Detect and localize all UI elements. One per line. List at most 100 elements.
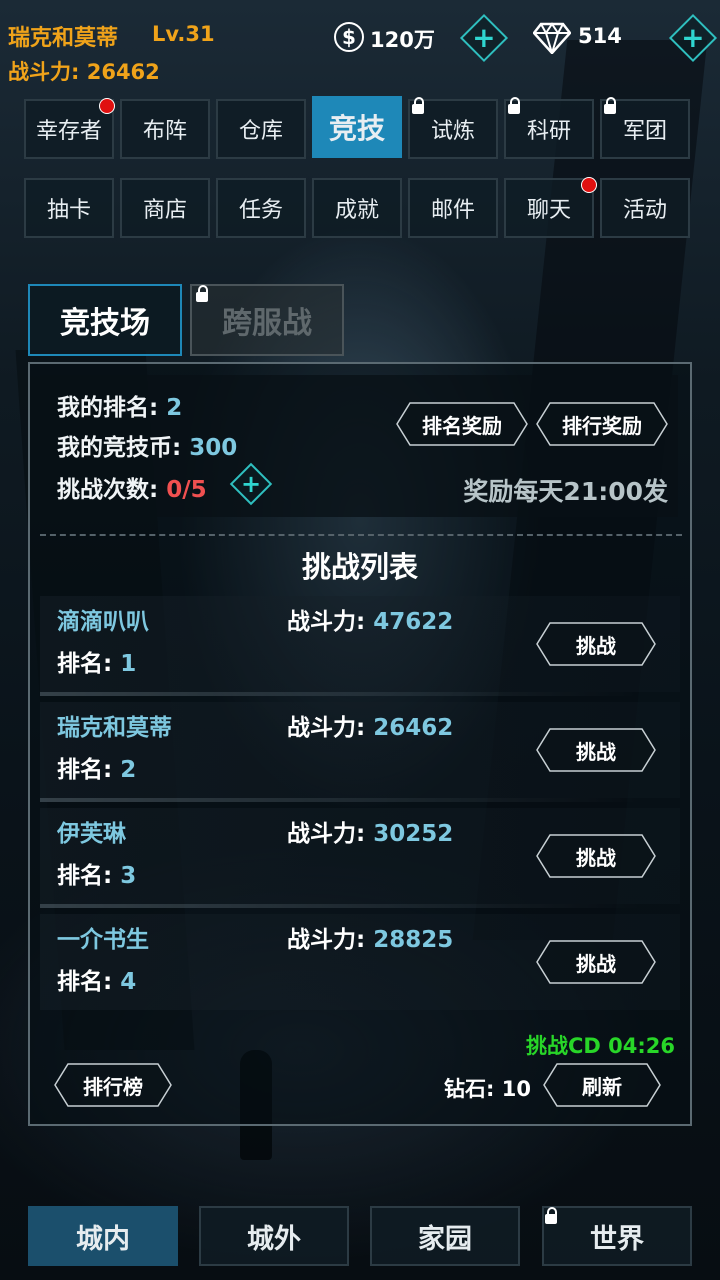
- challenge-button[interactable]: 挑战: [536, 622, 656, 666]
- player-level: Lv.31: [152, 22, 215, 46]
- challenge-button[interactable]: 挑战: [536, 728, 656, 772]
- opponent-rank: 排名: 4: [57, 962, 136, 996]
- tab-warehouse[interactable]: 仓库: [216, 99, 306, 159]
- tab-arena-field[interactable]: 竞技场: [28, 284, 182, 356]
- my-rank: 我的排名: 2: [57, 388, 182, 422]
- nav-homeland[interactable]: 家园: [370, 1206, 520, 1266]
- power-value: 30252: [373, 821, 454, 847]
- leaderboard-reward-button[interactable]: 排行奖励: [536, 402, 668, 446]
- power-label: 战斗力:: [287, 821, 374, 847]
- tab-label: 任务: [238, 198, 283, 223]
- row-separator: [40, 798, 640, 802]
- power-value: 47622: [373, 609, 454, 635]
- tab-label: 科研: [526, 119, 571, 144]
- my-arena-coins: 我的竞技币: 300: [57, 428, 237, 462]
- challenge-attempts: 挑战次数: 0/5: [57, 470, 207, 504]
- attempts-value: 0/5: [166, 477, 207, 503]
- tab-label: 活动: [622, 198, 667, 223]
- opponent-rank: 排名: 1: [57, 644, 136, 678]
- subtab-label: 竞技场: [60, 306, 150, 341]
- lock-icon: [412, 97, 424, 114]
- my-rank-value: 2: [166, 395, 183, 421]
- challenge-label: 挑战: [576, 739, 616, 764]
- nav-label: 家园: [418, 1223, 472, 1255]
- lock-icon: [196, 285, 208, 302]
- tab-label: 竞技: [328, 112, 385, 145]
- coin-amount: 120万: [370, 28, 435, 52]
- challenge-label: 挑战: [576, 633, 616, 658]
- tab-label: 布阵: [142, 119, 187, 144]
- power-value: 26462: [373, 715, 454, 741]
- rank-value: 2: [120, 757, 137, 783]
- nav-world[interactable]: 世界: [542, 1206, 692, 1266]
- opponent-power: 战斗力: 28825: [287, 920, 453, 954]
- diamond-icon: [532, 22, 572, 58]
- divider: [40, 534, 682, 536]
- nav-label: 城外: [247, 1223, 301, 1255]
- tab-mail[interactable]: 邮件: [408, 178, 498, 238]
- nav-city-outside[interactable]: 城外: [199, 1206, 349, 1266]
- tab-label: 商店: [142, 198, 187, 223]
- challenge-button[interactable]: 挑战: [536, 940, 656, 984]
- challenge-list-title: 挑战列表: [301, 550, 418, 584]
- arena-coins-value: 300: [189, 435, 238, 461]
- rank-label: 排名:: [57, 757, 121, 783]
- opponent-power: 战斗力: 30252: [287, 814, 453, 848]
- diamond-amount: 514: [578, 24, 622, 48]
- reward-schedule-note: 奖励每天21:00发: [463, 477, 668, 506]
- refresh-cost: 钻石: 10: [444, 1077, 531, 1101]
- nav-label: 城内: [76, 1223, 130, 1255]
- player-power: 战斗力: 26462: [8, 56, 160, 86]
- tab-label: 仓库: [238, 119, 283, 144]
- power-label: 战斗力:: [287, 609, 374, 635]
- lock-icon: [508, 97, 520, 114]
- arena-coins-label: 我的竞技币:: [57, 435, 190, 461]
- tab-label: 邮件: [430, 198, 475, 223]
- row-separator: [40, 904, 640, 908]
- rank-reward-label: 排名奖励: [422, 413, 502, 438]
- power-value: 28825: [373, 927, 454, 953]
- my-rank-label: 我的排名:: [57, 395, 167, 421]
- tab-draw-cards[interactable]: 抽卡: [24, 178, 114, 238]
- plus-icon: +: [681, 21, 705, 54]
- tab-cross-server[interactable]: 跨服战: [190, 284, 344, 356]
- refresh-button[interactable]: 刷新: [543, 1063, 661, 1107]
- tab-events[interactable]: 活动: [600, 178, 690, 238]
- rank-value: 3: [120, 863, 137, 889]
- notification-dot: [99, 98, 115, 114]
- tab-label: 试炼: [430, 119, 475, 144]
- opponent-name: 滴滴叭叭: [57, 609, 149, 635]
- rank-value: 4: [120, 969, 137, 995]
- attempts-label: 挑战次数:: [57, 477, 167, 503]
- leaderboard-label: 排行榜: [83, 1074, 143, 1099]
- lock-icon: [604, 97, 616, 114]
- notification-dot: [581, 177, 597, 193]
- challenge-cooldown: 挑战CD 04:26: [526, 1034, 675, 1058]
- coin-icon: $: [334, 22, 364, 52]
- opponent-rank: 排名: 2: [57, 750, 136, 784]
- rank-reward-button[interactable]: 排名奖励: [396, 402, 528, 446]
- leaderboard-button[interactable]: 排行榜: [54, 1063, 172, 1107]
- tab-achievements[interactable]: 成就: [312, 178, 402, 238]
- add-coins-button[interactable]: +: [459, 13, 509, 63]
- opponent-power: 战斗力: 47622: [287, 602, 453, 636]
- challenge-label: 挑战: [576, 845, 616, 870]
- challenge-button[interactable]: 挑战: [536, 834, 656, 878]
- rank-value: 1: [120, 651, 137, 677]
- tab-label: 军团: [622, 119, 667, 144]
- tab-arena[interactable]: 竞技: [312, 96, 402, 158]
- power-label: 战斗力:: [287, 927, 374, 953]
- tab-shop[interactable]: 商店: [120, 178, 210, 238]
- lock-icon: [545, 1207, 557, 1224]
- challenge-label: 挑战: [576, 951, 616, 976]
- plus-icon: +: [472, 21, 496, 54]
- tab-label: 成就: [334, 198, 379, 223]
- rank-label: 排名:: [57, 651, 121, 677]
- tab-label: 幸存者: [35, 119, 102, 144]
- tab-formation[interactable]: 布阵: [120, 99, 210, 159]
- power-label: 战斗力:: [287, 715, 374, 741]
- nav-city-inside[interactable]: 城内: [28, 1206, 178, 1266]
- subtab-label: 跨服战: [222, 306, 312, 341]
- opponent-name: 一介书生: [57, 927, 149, 953]
- tab-tasks[interactable]: 任务: [216, 178, 306, 238]
